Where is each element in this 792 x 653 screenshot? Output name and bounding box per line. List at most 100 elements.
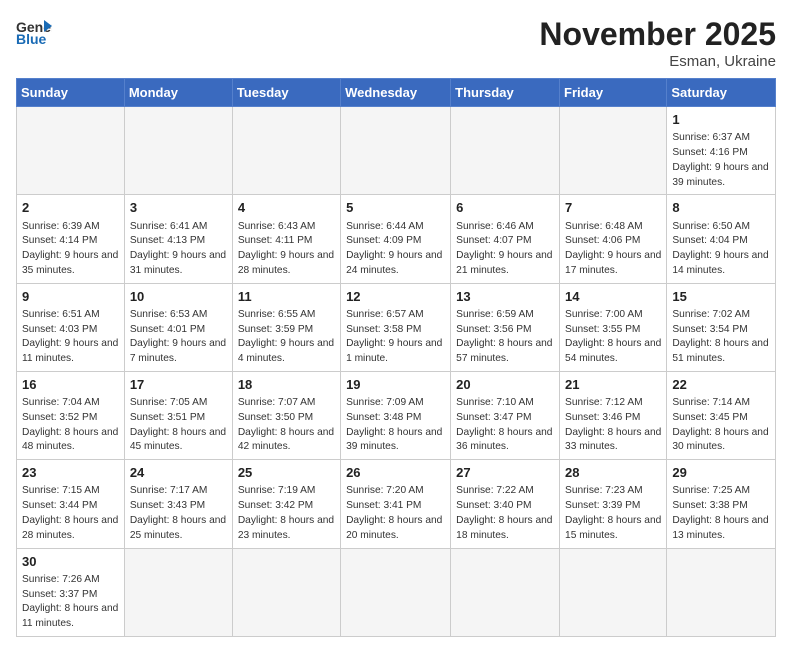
day-info: Sunrise: 7:26 AM Sunset: 3:37 PM Dayligh… xyxy=(22,573,119,632)
day-info: Sunrise: 7:19 AM Sunset: 3:42 PM Dayligh… xyxy=(238,484,335,543)
calendar-cell: 26 Sunrise: 7:20 AM Sunset: 3:41 PM Dayli… xyxy=(341,460,451,548)
calendar-cell: 5 Sunrise: 6:44 AM Sunset: 4:09 PM Daylig… xyxy=(341,195,451,283)
calendar-week-row: 1Sunrise: 6:37 AM Sunset: 4:16 PM Daylig… xyxy=(17,107,776,195)
calendar-cell: 16 Sunrise: 7:04 AM Sunset: 3:52 PM Dayli… xyxy=(17,371,125,459)
day-info: Sunrise: 6:57 AM Sunset: 3:58 PM Dayligh… xyxy=(346,308,445,367)
calendar-cell: 9 Sunrise: 6:51 AM Sunset: 4:03 PM Daylig… xyxy=(17,283,125,371)
page-header: General Blue November 2025 Esman, Ukrain… xyxy=(16,16,776,70)
calendar-cell: 21Sunrise: 7:12 AM Sunset: 3:46 PM Dayli… xyxy=(560,371,667,459)
day-info: Sunrise: 6:46 AM Sunset: 4:07 PM Dayligh… xyxy=(456,220,554,279)
day-number: 29 xyxy=(672,464,770,482)
calendar-cell: 20Sunrise: 7:10 AM Sunset: 3:47 PM Dayli… xyxy=(451,371,560,459)
calendar-header-row: SundayMondayTuesdayWednesdayThursdayFrid… xyxy=(17,79,776,107)
day-info: Sunrise: 7:20 AM Sunset: 3:41 PM Dayligh… xyxy=(346,484,445,543)
calendar-cell: 1Sunrise: 6:37 AM Sunset: 4:16 PM Daylig… xyxy=(667,107,776,195)
calendar-cell: 22Sunrise: 7:14 AM Sunset: 3:45 PM Dayli… xyxy=(667,371,776,459)
calendar-cell: 8Sunrise: 6:50 AM Sunset: 4:04 PM Daylig… xyxy=(667,195,776,283)
day-number: 9 xyxy=(22,288,119,306)
day-number: 22 xyxy=(672,376,770,394)
calendar-cell xyxy=(341,107,451,195)
calendar-cell xyxy=(124,548,232,636)
day-info: Sunrise: 7:12 AM Sunset: 3:46 PM Dayligh… xyxy=(565,396,661,455)
calendar-cell: 27Sunrise: 7:22 AM Sunset: 3:40 PM Dayli… xyxy=(451,460,560,548)
calendar-cell: 14 Sunrise: 7:00 AM Sunset: 3:55 PM Dayli… xyxy=(560,283,667,371)
calendar-cell xyxy=(17,107,125,195)
calendar-cell xyxy=(232,107,340,195)
day-info: Sunrise: 7:09 AM Sunset: 3:48 PM Dayligh… xyxy=(346,396,445,455)
calendar-cell xyxy=(560,107,667,195)
day-number: 17 xyxy=(130,376,227,394)
calendar-cell: 11Sunrise: 6:55 AM Sunset: 3:59 PM Dayli… xyxy=(232,283,340,371)
day-info: Sunrise: 7:25 AM Sunset: 3:38 PM Dayligh… xyxy=(672,484,770,543)
day-number: 24 xyxy=(130,464,227,482)
calendar-week-row: 9 Sunrise: 6:51 AM Sunset: 4:03 PM Daylig… xyxy=(17,283,776,371)
calendar-cell: 30 Sunrise: 7:26 AM Sunset: 3:37 PM Dayli… xyxy=(17,548,125,636)
day-number: 2 xyxy=(22,199,119,217)
calendar-week-row: 16 Sunrise: 7:04 AM Sunset: 3:52 PM Dayli… xyxy=(17,371,776,459)
calendar-table: SundayMondayTuesdayWednesdayThursdayFrid… xyxy=(16,78,776,637)
calendar-cell xyxy=(451,107,560,195)
column-header-thursday: Thursday xyxy=(451,79,560,107)
calendar-cell: 24 Sunrise: 7:17 AM Sunset: 3:43 PM Dayli… xyxy=(124,460,232,548)
day-number: 1 xyxy=(672,111,770,129)
day-info: Sunrise: 6:59 AM Sunset: 3:56 PM Dayligh… xyxy=(456,308,554,367)
day-number: 20 xyxy=(456,376,554,394)
calendar-cell: 10Sunrise: 6:53 AM Sunset: 4:01 PM Dayli… xyxy=(124,283,232,371)
calendar-cell: 19Sunrise: 7:09 AM Sunset: 3:48 PM Dayli… xyxy=(341,371,451,459)
day-number: 14 xyxy=(565,288,661,306)
calendar-cell: 28 Sunrise: 7:23 AM Sunset: 3:39 PM Dayli… xyxy=(560,460,667,548)
day-number: 27 xyxy=(456,464,554,482)
calendar-cell: 15Sunrise: 7:02 AM Sunset: 3:54 PM Dayli… xyxy=(667,283,776,371)
calendar-cell: 6 Sunrise: 6:46 AM Sunset: 4:07 PM Daylig… xyxy=(451,195,560,283)
column-header-friday: Friday xyxy=(560,79,667,107)
calendar-cell: 3 Sunrise: 6:41 AM Sunset: 4:13 PM Daylig… xyxy=(124,195,232,283)
day-info: Sunrise: 6:51 AM Sunset: 4:03 PM Dayligh… xyxy=(22,308,119,367)
calendar-cell: 23Sunrise: 7:15 AM Sunset: 3:44 PM Dayli… xyxy=(17,460,125,548)
day-number: 5 xyxy=(346,199,445,217)
day-info: Sunrise: 7:17 AM Sunset: 3:43 PM Dayligh… xyxy=(130,484,227,543)
day-info: Sunrise: 7:02 AM Sunset: 3:54 PM Dayligh… xyxy=(672,308,770,367)
calendar-cell: 29 Sunrise: 7:25 AM Sunset: 3:38 PM Dayli… xyxy=(667,460,776,548)
calendar-week-row: 23Sunrise: 7:15 AM Sunset: 3:44 PM Dayli… xyxy=(17,460,776,548)
day-number: 13 xyxy=(456,288,554,306)
logo-icon: General Blue xyxy=(16,16,52,46)
day-info: Sunrise: 7:04 AM Sunset: 3:52 PM Dayligh… xyxy=(22,396,119,455)
calendar-cell: 17 Sunrise: 7:05 AM Sunset: 3:51 PM Dayli… xyxy=(124,371,232,459)
svg-text:Blue: Blue xyxy=(16,31,47,46)
day-info: Sunrise: 7:23 AM Sunset: 3:39 PM Dayligh… xyxy=(565,484,661,543)
day-number: 25 xyxy=(238,464,335,482)
day-info: Sunrise: 7:07 AM Sunset: 3:50 PM Dayligh… xyxy=(238,396,335,455)
calendar-cell: 2Sunrise: 6:39 AM Sunset: 4:14 PM Daylig… xyxy=(17,195,125,283)
calendar-cell: 7Sunrise: 6:48 AM Sunset: 4:06 PM Daylig… xyxy=(560,195,667,283)
day-info: Sunrise: 6:55 AM Sunset: 3:59 PM Dayligh… xyxy=(238,308,335,367)
day-info: Sunrise: 6:44 AM Sunset: 4:09 PM Dayligh… xyxy=(346,220,445,279)
column-header-saturday: Saturday xyxy=(667,79,776,107)
calendar-cell: 25 Sunrise: 7:19 AM Sunset: 3:42 PM Dayli… xyxy=(232,460,340,548)
calendar-cell: 18Sunrise: 7:07 AM Sunset: 3:50 PM Dayli… xyxy=(232,371,340,459)
logo: General Blue xyxy=(16,16,52,46)
day-number: 6 xyxy=(456,199,554,217)
calendar-cell xyxy=(451,548,560,636)
day-info: Sunrise: 7:05 AM Sunset: 3:51 PM Dayligh… xyxy=(130,396,227,455)
calendar-cell xyxy=(560,548,667,636)
calendar-cell: 4Sunrise: 6:43 AM Sunset: 4:11 PM Daylig… xyxy=(232,195,340,283)
day-number: 16 xyxy=(22,376,119,394)
calendar-cell xyxy=(124,107,232,195)
day-info: Sunrise: 6:41 AM Sunset: 4:13 PM Dayligh… xyxy=(130,220,227,279)
day-info: Sunrise: 6:53 AM Sunset: 4:01 PM Dayligh… xyxy=(130,308,227,367)
calendar-week-row: 2Sunrise: 6:39 AM Sunset: 4:14 PM Daylig… xyxy=(17,195,776,283)
day-number: 30 xyxy=(22,553,119,571)
title-block: November 2025 Esman, Ukraine xyxy=(539,16,776,70)
day-info: Sunrise: 6:43 AM Sunset: 4:11 PM Dayligh… xyxy=(238,220,335,279)
day-number: 3 xyxy=(130,199,227,217)
column-header-monday: Monday xyxy=(124,79,232,107)
day-info: Sunrise: 7:00 AM Sunset: 3:55 PM Dayligh… xyxy=(565,308,661,367)
day-number: 28 xyxy=(565,464,661,482)
day-number: 12 xyxy=(346,288,445,306)
day-number: 7 xyxy=(565,199,661,217)
column-header-tuesday: Tuesday xyxy=(232,79,340,107)
calendar-cell: 13 Sunrise: 6:59 AM Sunset: 3:56 PM Dayli… xyxy=(451,283,560,371)
day-number: 26 xyxy=(346,464,445,482)
month-title: November 2025 xyxy=(539,16,776,53)
day-number: 8 xyxy=(672,199,770,217)
